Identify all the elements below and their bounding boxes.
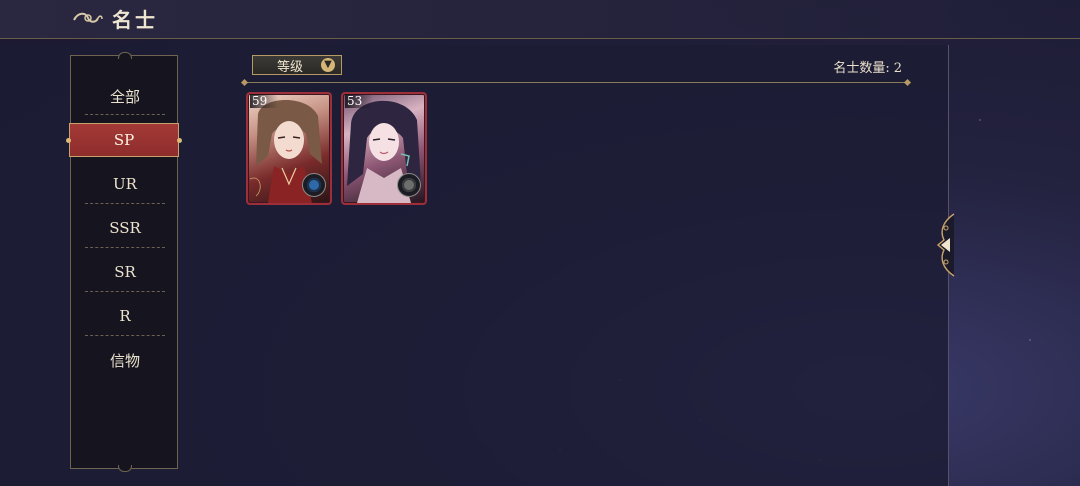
sidebar-divider — [85, 247, 165, 248]
collapse-panel-arrow-icon[interactable] — [934, 212, 956, 278]
emblem-core — [307, 178, 321, 192]
sidebar-divider — [85, 291, 165, 292]
sidebar-item-label: SP — [113, 131, 135, 149]
sidebar-divider — [85, 203, 165, 204]
cloud-swirl-icon[interactable] — [72, 8, 104, 28]
sidebar-item-token[interactable]: 信物 — [83, 342, 167, 378]
sidebar-item-label: UR — [113, 175, 137, 193]
hero-level: 59 — [250, 94, 278, 108]
active-marker-right — [177, 138, 182, 143]
sidebar-item-label: SSR — [109, 219, 141, 237]
hero-count: 名士数量: 2 — [829, 57, 902, 76]
grey-element-icon — [397, 173, 421, 197]
sidebar-item-label: SR — [114, 263, 136, 281]
sidebar-item-sp[interactable]: SP — [66, 123, 182, 157]
chevron-down-icon: ▼ — [321, 58, 335, 72]
page-title: 名士 — [112, 8, 158, 32]
sidebar-item-sr[interactable]: SR — [83, 254, 167, 290]
sidebar-divider — [85, 335, 165, 336]
emblem-core — [402, 178, 416, 192]
sidebar-item-all[interactable]: 全部 — [83, 78, 167, 114]
header-bar: 名士 — [0, 0, 1080, 39]
active-marker-left — [66, 138, 71, 143]
hero-card[interactable]: 59 — [246, 92, 332, 205]
rarity-sidebar: 全部 SP UR SSR SR R 信物 — [66, 52, 182, 472]
sidebar-item-label: R — [119, 307, 131, 325]
sidebar-notch-top — [118, 52, 132, 59]
hero-level: 53 — [345, 94, 373, 108]
sidebar-item-ur[interactable]: UR — [83, 166, 167, 202]
sort-dropdown[interactable]: 等级 ▼ — [252, 55, 342, 75]
sidebar-item-ssr[interactable]: SSR — [83, 210, 167, 246]
hero-count-label: 名士数量: — [833, 61, 890, 76]
toolbar-divider — [245, 82, 907, 83]
sidebar-item-r[interactable]: R — [83, 298, 167, 334]
blue-element-icon — [302, 173, 326, 197]
sort-label: 等级 — [277, 59, 304, 75]
sidebar-item-label: 信物 — [109, 351, 140, 370]
sidebar-divider — [85, 114, 165, 115]
hero-card[interactable]: 53 — [341, 92, 427, 205]
sidebar-item-label: 全部 — [109, 87, 140, 106]
hero-count-value: 2 — [893, 61, 902, 76]
